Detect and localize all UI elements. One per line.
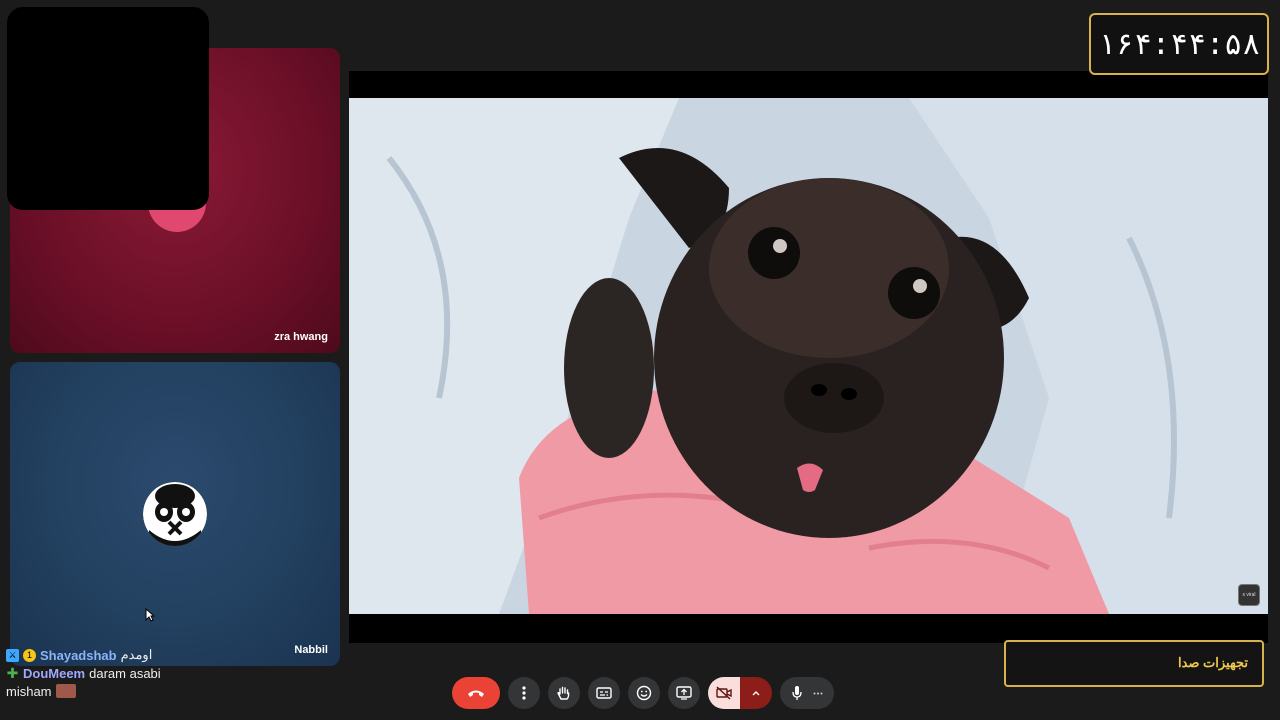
emoji-icon [636, 685, 652, 701]
call-controls [452, 677, 834, 709]
raise-hand-icon [557, 686, 570, 700]
participant-name: zra hwang [274, 331, 328, 343]
present-icon [676, 686, 692, 700]
captions-icon [596, 687, 612, 699]
stream-timer: ۱۶۴:۴۴:۵۸ [1089, 13, 1269, 75]
chat-username: DouMeem [23, 665, 86, 681]
more-options-icon [522, 686, 526, 700]
chevron-up-icon [752, 691, 760, 696]
member-badge-icon: ⚔ [6, 648, 19, 662]
meeting-stage: zra hwang Nabbil s viral ۱۶۴:۴۴:۵۸ تجهیز… [0, 0, 1280, 720]
self-view[interactable] [7, 7, 209, 210]
chat-message: misham [6, 682, 336, 700]
captions-button[interactable] [588, 677, 620, 709]
sticker-image [55, 684, 76, 698]
chat-message: ✚ DouMeem daram asabi [6, 664, 336, 682]
mouse-cursor-icon [145, 608, 155, 622]
chat-username: misham [6, 683, 52, 699]
shared-video[interactable]: s viral [349, 71, 1268, 643]
camera-off-icon [716, 686, 732, 700]
microphone-icon [792, 686, 802, 700]
bat-in-towel-image [349, 98, 1268, 614]
more-horizontal-icon [813, 692, 823, 694]
audio-settings-label: تجهیزات صدا [1177, 655, 1248, 670]
chat-message: ⚔ 1 Shayadshab اومدم [6, 646, 336, 664]
participant-avatar [143, 482, 207, 546]
audio-settings-panel[interactable]: تجهیزات صدا [1004, 640, 1264, 687]
end-call-icon [468, 690, 484, 697]
watermark-logo: s viral [1238, 584, 1260, 606]
microphone-button[interactable] [780, 677, 834, 709]
camera-toggle-button[interactable] [708, 677, 740, 709]
chat-text: daram asabi [89, 665, 161, 681]
chat-username: Shayadshab [40, 647, 117, 663]
live-chat: ⚔ 1 Shayadshab اومدم ✚ DouMeem daram asa… [6, 646, 336, 700]
end-call-button[interactable] [452, 677, 500, 709]
video-frame: s viral [349, 98, 1268, 614]
emoji-button[interactable] [628, 677, 660, 709]
raise-hand-button[interactable] [548, 677, 580, 709]
member-badge-icon: 1 [23, 648, 36, 662]
present-button[interactable] [668, 677, 700, 709]
camera-options-button[interactable] [740, 677, 772, 709]
chat-text: اومدم [120, 647, 153, 662]
moderator-badge-icon: ✚ [6, 664, 19, 681]
more-options-button[interactable] [508, 677, 540, 709]
